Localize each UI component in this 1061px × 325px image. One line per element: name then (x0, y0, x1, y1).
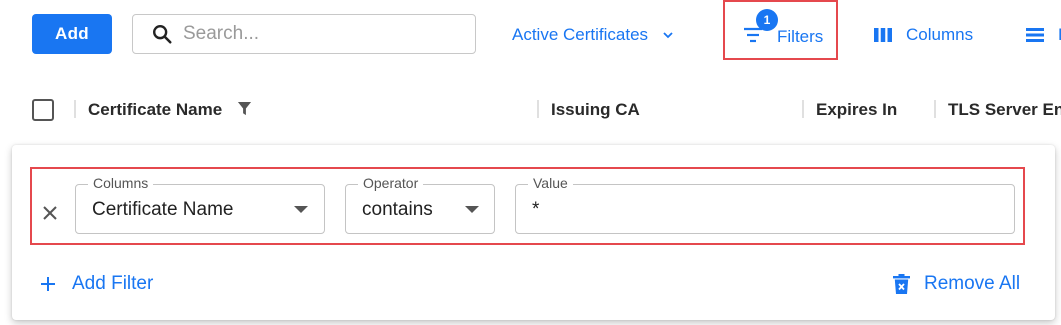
caret-down-icon (294, 206, 308, 213)
search-icon (153, 25, 172, 44)
columns-button[interactable]: Columns (874, 22, 973, 48)
search-input[interactable] (183, 23, 463, 45)
view-selector-label: Active Certificates (512, 25, 649, 44)
certificates-page: Add Active Certificates 1 Filters Column… (0, 0, 1061, 325)
close-icon[interactable] (41, 204, 59, 222)
column-header-certificate-name[interactable]: Certificate Name (88, 100, 222, 120)
chevron-down-icon (663, 32, 673, 39)
column-separator[interactable] (934, 100, 936, 118)
columns-icon (874, 28, 892, 42)
column-header-expires-in[interactable]: Expires In (816, 100, 897, 120)
filter-operator-value: contains (362, 199, 433, 220)
columns-button-label: Columns (906, 25, 974, 44)
plus-icon (41, 277, 55, 291)
caret-down-icon (465, 206, 479, 213)
filters-count-badge: 1 (756, 9, 778, 31)
filter-column-label: Columns (88, 175, 154, 191)
filter-operator-label: Operator (358, 175, 424, 191)
column-header-tls-server[interactable]: TLS Server En (948, 100, 1061, 120)
trash-icon (893, 274, 910, 294)
add-button[interactable]: Add (32, 14, 112, 54)
column-separator[interactable] (802, 100, 804, 118)
filter-value-label: Value (528, 175, 573, 191)
density-button[interactable]: D (1026, 22, 1061, 48)
column-header-issuing-ca[interactable]: Issuing CA (551, 100, 640, 120)
column-separator[interactable] (74, 100, 76, 118)
filters-button-label: Filters (777, 27, 824, 46)
filter-column-value: Certificate Name (92, 199, 234, 220)
add-filter-button[interactable]: Add Filter (40, 272, 153, 296)
filter-value-field[interactable]: Value * (515, 175, 1015, 234)
filter-column-select[interactable]: Columns Certificate Name (75, 175, 325, 234)
add-filter-label: Add Filter (72, 273, 154, 294)
view-selector[interactable]: Active Certificates (512, 22, 674, 48)
filter-operator-select[interactable]: Operator contains (345, 175, 495, 234)
remove-all-button[interactable]: Remove All (893, 272, 1020, 296)
select-all-checkbox[interactable] (32, 99, 54, 121)
table-header: Certificate Name Issuing CA Expires In T… (0, 88, 1061, 132)
search-box[interactable] (132, 14, 476, 54)
density-icon (1026, 28, 1044, 42)
remove-all-label: Remove All (924, 273, 1021, 294)
filters-button[interactable]: 1 Filters (723, 0, 838, 60)
filter-value-input[interactable]: * (532, 199, 539, 221)
funnel-icon[interactable] (237, 101, 252, 116)
column-separator[interactable] (537, 100, 539, 118)
